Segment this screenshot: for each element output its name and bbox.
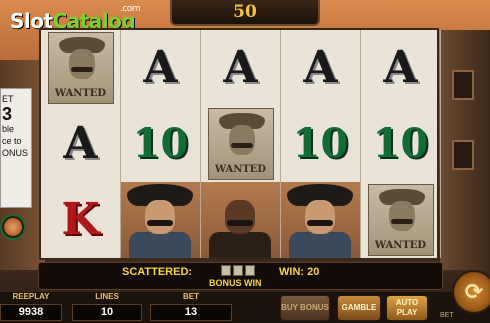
building-window xyxy=(452,70,474,100)
freeplay-label: REEPLAY xyxy=(12,292,50,301)
building-right xyxy=(440,30,490,270)
reel-cell xyxy=(201,182,280,258)
spin-button[interactable]: ⟳ xyxy=(452,270,490,314)
logo-com-text: .com xyxy=(120,4,141,14)
lines-value[interactable]: 10 xyxy=(72,304,142,321)
card-symbol-a: A xyxy=(383,42,418,93)
gamble-label: GAMBLE xyxy=(341,303,377,312)
bet-label: BET xyxy=(183,292,199,301)
refresh-arrow-icon: ⟳ xyxy=(464,279,484,305)
reel-cell: A xyxy=(361,30,440,106)
reel-2: A 10 xyxy=(121,30,201,258)
gamble-button[interactable]: GAMBLE xyxy=(337,295,381,321)
outlaw-symbol xyxy=(201,182,280,258)
bet-card-line: ONUS xyxy=(2,148,29,158)
bet-card-line: ce to xyxy=(2,136,22,146)
reel-1: WANTED A K xyxy=(41,30,121,258)
status-bar: SCATTERED: WIN: 20 BONUS WIN xyxy=(38,262,443,290)
reel-cell: WANTED xyxy=(201,106,280,182)
autoplay-label: AUTO PLAY xyxy=(395,298,419,317)
win-label: WIN: 20 xyxy=(279,266,320,278)
scatter-icons xyxy=(221,265,255,276)
bonus-win-label: BONUS WIN xyxy=(209,278,262,288)
outlaw-symbol xyxy=(281,182,360,258)
lines-meter: LINES 10 xyxy=(72,292,142,323)
reel-grid: WANTED A K A 10 A WANTED A 10 A 10 WANTED xyxy=(39,28,441,260)
card-symbol-10: 10 xyxy=(292,120,349,167)
reel-cell: A xyxy=(41,106,120,182)
wanted-icon xyxy=(221,265,231,276)
reel-cell: 10 xyxy=(361,106,440,182)
bonus-gauge-icon[interactable] xyxy=(0,214,26,240)
bet-card-number: 3 xyxy=(2,104,13,124)
reel-5: A 10 WANTED xyxy=(361,30,441,258)
reel-cell: 10 xyxy=(121,106,200,182)
autoplay-button[interactable]: AUTO PLAY xyxy=(386,295,428,321)
reel-cell: A xyxy=(121,30,200,106)
wanted-poster-symbol: WANTED xyxy=(367,184,434,256)
reel-cell xyxy=(121,182,200,258)
building-window xyxy=(452,140,474,170)
lines-label: LINES xyxy=(95,292,119,301)
reel-4: A 10 xyxy=(281,30,361,258)
card-symbol-a: A xyxy=(63,118,98,169)
scattered-label: SCATTERED: xyxy=(122,266,193,278)
card-symbol-a: A xyxy=(143,42,178,93)
card-symbol-a: A xyxy=(223,42,258,93)
wanted-icon xyxy=(245,265,255,276)
wanted-label: WANTED xyxy=(374,240,427,251)
card-symbol-10: 10 xyxy=(372,120,429,167)
reel-cell: 10 xyxy=(281,106,360,182)
card-symbol-a: A xyxy=(303,42,338,93)
bet-value[interactable]: 13 xyxy=(150,304,232,321)
reel-cell xyxy=(281,182,360,258)
reel-cell: K xyxy=(41,182,120,258)
card-symbol-k: K xyxy=(61,194,100,245)
wanted-poster-symbol: WANTED xyxy=(47,32,114,104)
reel-cell: WANTED xyxy=(361,182,440,258)
freeplay-meter: REEPLAY 9938 xyxy=(0,292,62,323)
outlaw-symbol xyxy=(121,182,200,258)
reel-3: A WANTED xyxy=(201,30,281,258)
buy-bonus-button[interactable]: BUY BONUS xyxy=(280,295,330,321)
reel-cell: A xyxy=(201,30,280,106)
bet-meter: BET 13 xyxy=(150,292,232,323)
buy-bonus-label: BUY BONUS xyxy=(281,303,329,312)
wanted-label: WANTED xyxy=(214,164,267,175)
wanted-icon xyxy=(233,265,243,276)
freeplay-value: 9938 xyxy=(0,304,62,321)
wanted-label: WANTED xyxy=(54,88,107,99)
bet-info-card: ET 3 ble ce to ONUS xyxy=(0,88,32,208)
bet-card-line: ble xyxy=(2,124,15,134)
lines-count: 50 xyxy=(233,2,257,22)
reel-cell: WANTED xyxy=(41,30,120,106)
card-symbol-10: 10 xyxy=(132,120,189,167)
side-bet-label: BET xyxy=(440,312,454,319)
lines-plate: 50 xyxy=(170,0,320,26)
wanted-poster-symbol: WANTED xyxy=(207,108,274,180)
reel-cell: A xyxy=(281,30,360,106)
